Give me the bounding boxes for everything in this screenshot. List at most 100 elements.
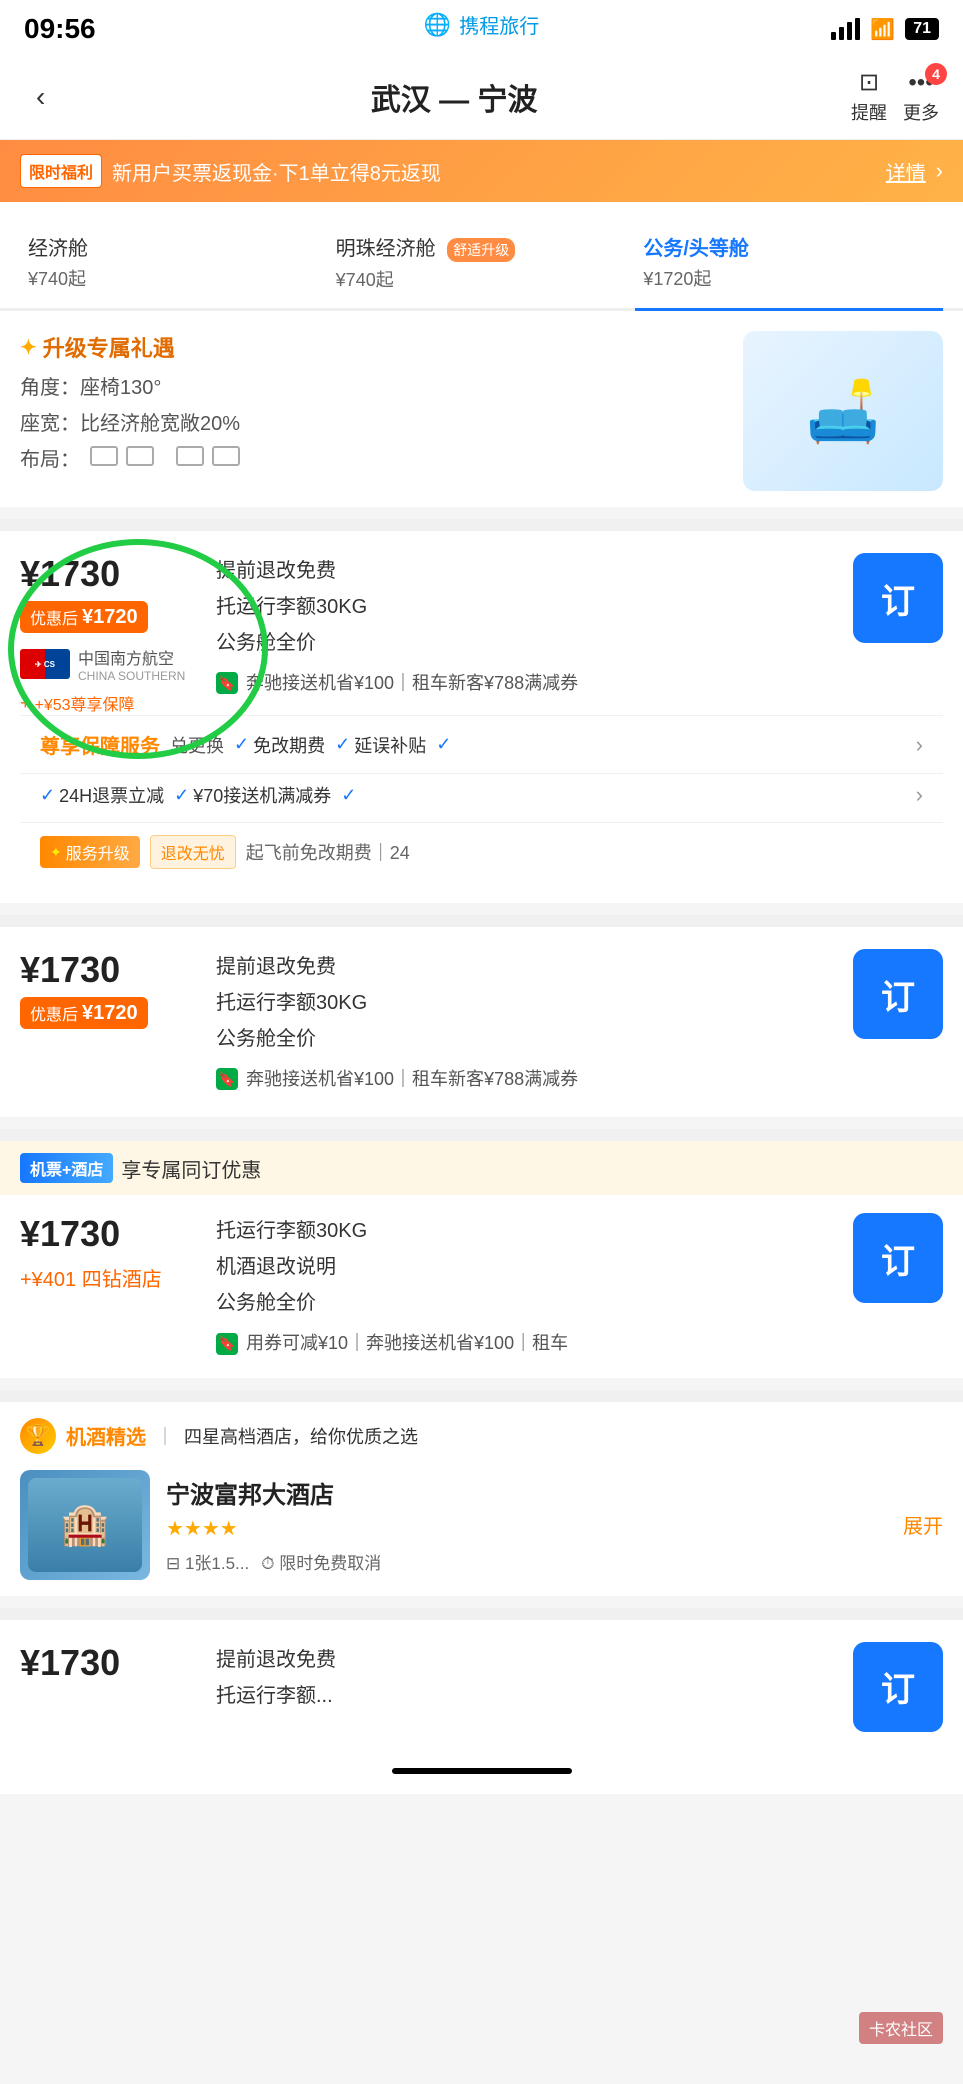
star-icon: ✦ [20, 335, 37, 360]
book-button-bottom[interactable]: 订 [853, 1642, 943, 1732]
coupon-row: 🔖 奔驰接送机省¥100｜租车新客¥788满减券 [216, 667, 837, 699]
airline-name: 中国南方航空 [78, 645, 185, 669]
tab-business[interactable]: 公务/头等舱 ¥1720起 [635, 222, 943, 311]
ticket-2-features: 提前退改免费 托运行李额30KG 公务舱全价 🔖 奔驰接送机省¥100｜租车新客… [216, 949, 837, 1095]
ticket2-feature2: 托运行李额30KG [216, 985, 837, 1021]
hotel-bundle-feature1: 托运行李额30KG [216, 1213, 837, 1249]
bell-icon: ⊡ [859, 68, 879, 97]
ticket-2-discount-badge: 优惠后 ¥1720 [20, 997, 148, 1029]
check-icon-5: ✓ [174, 785, 189, 806]
app-brand-name: 携程旅行 [459, 10, 539, 39]
ticket-card-2: ¥1730 优惠后 ¥1720 提前退改免费 托运行李额30KG 公务舱全价 🔖… [0, 927, 963, 1117]
hotel-item: 🏨 宁波富邦大酒店 ★★★★ ⊟ 1张1.5... ⏱ 限时免费取消 展开 [20, 1470, 943, 1580]
featured-hotel-header: 🏆 机酒精选 ｜ 四星高档酒店，给你优质之选 [20, 1418, 943, 1454]
cabin-tabs: 经济舱 ¥740起 明珠经济舱 舒适升级 ¥740起 公务/头等舱 ¥1720起 [0, 202, 963, 311]
guarantee-text: +¥53尊享保障 [35, 691, 135, 715]
book-button-2[interactable]: 订 [853, 949, 943, 1039]
promo-tag: 限时福利 [20, 154, 102, 188]
hotel-item-info: 宁波富邦大酒店 ★★★★ ⊟ 1张1.5... ⏱ 限时免费取消 [166, 1475, 887, 1574]
featured-hotel-divider: ｜ [156, 1423, 174, 1449]
upgrade-title: ✦ 升级专属礼遇 [20, 331, 727, 363]
more-button[interactable]: ••• 更多 4 [903, 69, 939, 125]
guarantee-row2-arrow-icon: › [916, 782, 923, 808]
seat-illustration: 🛋️ [743, 331, 943, 491]
guarantee-tag: + +¥53尊享保障 [20, 691, 200, 715]
pearl-badge: 舒适升级 [447, 238, 515, 262]
check-icon-1: ✓ [234, 734, 249, 755]
ticket-1-features: 提前退改免费 托运行李额30KG 公务舱全价 🔖 奔驰接送机省¥100｜租车新客… [216, 553, 837, 699]
page-title: 武汉 — 宁波 [371, 75, 538, 119]
service-upgrade-row: ✦ 服务升级 退改无忧 起飞前免改期费｜24 [20, 822, 943, 881]
hotel-thumbnail: 🏨 [20, 1470, 150, 1580]
tab-pearl-price: ¥740起 [336, 266, 628, 292]
hotel-bundle-feature3: 公务舱全价 [216, 1285, 837, 1321]
ticket-2-original-price: ¥1730 [20, 949, 200, 991]
hotel-bundle-header: 机票+酒店 享专属同订优惠 [0, 1141, 963, 1195]
status-bar: 09:56 🌐 携程旅行 📶 71 [0, 0, 963, 54]
guarantee-row-2[interactable]: ✓ 24H退票立减 ✓ ¥70接送机满减券 ✓ › [20, 773, 943, 822]
hotel-stars: ★★★★ [166, 1516, 887, 1541]
bottom-ticket-price-section: ¥1730 [20, 1642, 200, 1684]
bottom-ticket: ¥1730 提前退改免费 托运行李额... 订 [0, 1620, 963, 1748]
hotel-meta: ⊟ 1张1.5... ⏱ 限时免费取消 [166, 1549, 887, 1574]
ticket-2-price-section: ¥1730 优惠后 ¥1720 [20, 949, 200, 1029]
airline-flag-icon: ✈ CS [20, 649, 70, 679]
ticket-card-2-inner: ¥1730 优惠后 ¥1720 提前退改免费 托运行李额30KG 公务舱全价 🔖… [20, 949, 943, 1095]
promo-arrow-icon: › [936, 158, 943, 184]
feature-fullprice: 公务舱全价 [216, 625, 837, 661]
ticket2-feature1: 提前退改免费 [216, 949, 837, 985]
tab-business-price: ¥1720起 [643, 265, 935, 291]
check-icon-3: ✓ [436, 734, 451, 755]
check-item-3: ✓ 24H退票立减 [40, 782, 164, 808]
status-time: 09:56 [24, 13, 96, 45]
book-button-hotel-bundle[interactable]: 订 [853, 1213, 943, 1303]
upgrade-angle: 角度：座椅130° [20, 373, 727, 403]
airline-name-en: CHINA SOUTHERN [78, 669, 185, 683]
tab-pearl-economy[interactable]: 明珠经济舱 舒适升级 ¥740起 [328, 222, 636, 311]
hotel-bundle-tag: 机票+酒店 [20, 1153, 113, 1183]
service-upgrade-badge: ✦ 服务升级 [40, 836, 140, 868]
promo-text: 新用户买票返现金·下1单立得8元返现 [112, 157, 876, 186]
hotel-bundle-feature2: 机酒退改说明 [216, 1249, 837, 1285]
tab-economy[interactable]: 经济舱 ¥740起 [20, 222, 328, 311]
upgrade-section: ✦ 升级专属礼遇 角度：座椅130° 座宽：比经济舱宽敞20% 布局： 🛋️ [0, 311, 963, 507]
featured-hotel-subtitle: 四星高档酒店，给你优质之选 [184, 1423, 418, 1449]
hotel-bundle-coupon-icon: 🔖 [216, 1333, 238, 1355]
ticket2-feature3: 公务舱全价 [216, 1021, 837, 1057]
discount-label: 优惠后 [30, 605, 78, 629]
ticket-1-discount-badge: 优惠后 ¥1720 [20, 601, 148, 633]
check-icon-2: ✓ [335, 734, 350, 755]
status-icons: 📶 71 [831, 17, 939, 42]
hotel-name: 宁波富邦大酒店 [166, 1475, 887, 1510]
check-item-1: ✓ 免改期费 [234, 732, 325, 758]
tab-business-label: 公务/头等舱 [643, 232, 935, 261]
ticket-card-1-wrapper: ¥1730 优惠后 ¥1720 ✈ CS 中国南方航空 CHINA SOUTHE… [0, 531, 963, 903]
back-button[interactable]: ‹ [24, 77, 57, 117]
promo-detail-link[interactable]: 详情 [886, 157, 926, 186]
hotel-expand-button[interactable]: 展开 [903, 1510, 943, 1539]
hotel-bundle-price: ¥1730 [20, 1213, 200, 1255]
hotel-bundle-price-section: ¥1730 +¥401 四钻酒店 [20, 1213, 200, 1292]
coupon-text: 奔驰接送机省¥100｜租车新客¥788满减券 [246, 667, 578, 699]
book-button-1[interactable]: 订 [853, 553, 943, 643]
exchange-label: 兑更换 [170, 732, 224, 758]
home-indicator [392, 1768, 572, 1774]
bottom-ticket-price: ¥1730 [20, 1642, 200, 1684]
wifi-icon: 📶 [870, 17, 895, 42]
notification-badge: 4 [925, 63, 947, 85]
ticket2-discount-label: 优惠后 [30, 1001, 78, 1025]
ticket-card-1: ¥1730 优惠后 ¥1720 ✈ CS 中国南方航空 CHINA SOUTHE… [0, 531, 963, 903]
guarantee-row[interactable]: 尊享保障服务 兑更换 ✓ 免改期费 ✓ 延误补贴 ✓ › [20, 715, 943, 773]
ticket-2-discount-price: ¥1720 [82, 1002, 138, 1025]
upgrade-layout: 布局： [20, 445, 727, 475]
feature-luggage: 托运行李额30KG [216, 589, 837, 625]
ticket2-coupon-text: 奔驰接送机省¥100｜租车新客¥788满减券 [246, 1063, 578, 1095]
promo-banner[interactable]: 限时福利 新用户买票返现金·下1单立得8元返现 详情 › [0, 140, 963, 202]
featured-hotel-section: 🏆 机酒精选 ｜ 四星高档酒店，给你优质之选 🏨 宁波富邦大酒店 ★★★★ ⊟ … [0, 1402, 963, 1596]
upgrade-width: 座宽：比经济舱宽敞20% [20, 409, 727, 439]
plus-icon: + [20, 693, 31, 714]
tab-economy-label: 经济舱 [28, 232, 320, 261]
alert-button[interactable]: ⊡ 提醒 [851, 68, 887, 125]
battery-indicator: 71 [905, 18, 939, 40]
tab-economy-price: ¥740起 [28, 265, 320, 291]
